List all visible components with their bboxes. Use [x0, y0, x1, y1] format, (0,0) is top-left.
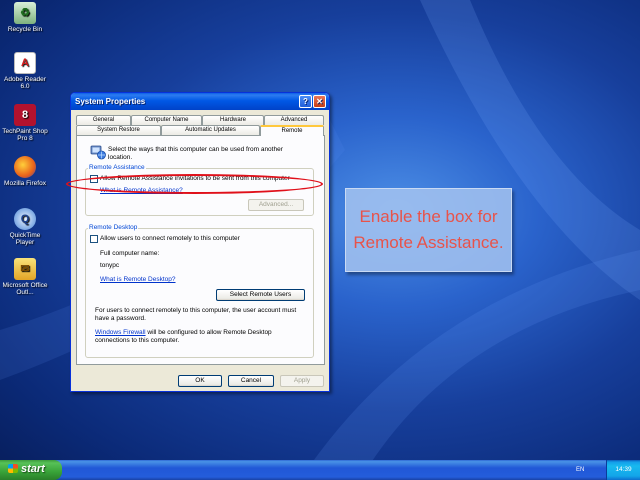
desktop-icon-adobe-reader[interactable]: A Adobe Reader 6.0	[0, 52, 50, 90]
desktop-icon-firefox[interactable]: Mozilla Firefox	[0, 156, 50, 187]
system-tray-clock[interactable]: 14:39	[606, 460, 640, 480]
select-remote-users-button[interactable]: Select Remote Users	[216, 289, 305, 301]
outlook-icon: ✉	[14, 258, 36, 280]
full-computer-name-value: tonypc	[100, 262, 120, 269]
start-label: start	[21, 463, 45, 475]
remote-desktop-checkbox[interactable]	[90, 235, 98, 243]
firewall-note-text: will be configured to allow Remote Deskt…	[145, 329, 272, 336]
remote-assistance-group-label: Remote Assistance	[88, 164, 146, 172]
firewall-note-line2: connections to this computer.	[95, 337, 180, 344]
password-note-line1: For users to connect remotely to this co…	[95, 307, 297, 314]
system-properties-dialog: System Properties ? ✕ General Computer N…	[70, 92, 330, 392]
tab-computer-name[interactable]: Computer Name	[131, 115, 202, 125]
desktop-icon-recycle-bin[interactable]: ♻ Recycle Bin	[0, 2, 50, 33]
start-button[interactable]: start	[0, 460, 62, 480]
firefox-icon	[14, 156, 36, 178]
taskbar: start EN 14:39	[0, 460, 640, 480]
desktop-icon-outlook[interactable]: ✉ Microsoft Office Outl...	[0, 258, 50, 296]
apply-button[interactable]: Apply	[280, 375, 324, 387]
windows-firewall-link[interactable]: Windows Firewall	[95, 329, 146, 336]
recycle-bin-icon: ♻	[14, 2, 36, 24]
language-indicator[interactable]: EN	[576, 460, 584, 480]
remote-assistance-checkbox[interactable]	[90, 175, 98, 183]
desktop-icon-label: Adobe Reader 6.0	[4, 76, 46, 90]
quicktime-icon: Q	[14, 208, 36, 230]
remote-assistance-checkbox-label[interactable]: Allow Remote Assistance invitations to b…	[100, 175, 290, 183]
remote-tab-panel: Select the ways that this computer can b…	[76, 135, 325, 365]
close-button[interactable]: ✕	[313, 95, 326, 108]
adobe-reader-icon: A	[14, 52, 36, 74]
desktop-icon-label: Recycle Bin	[7, 26, 43, 33]
tab-automatic-updates[interactable]: Automatic Updates	[161, 125, 260, 135]
what-is-remote-desktop-link[interactable]: What is Remote Desktop?	[100, 276, 176, 284]
what-is-remote-assistance-link[interactable]: What is Remote Assistance?	[100, 187, 183, 195]
dialog-title: System Properties	[75, 97, 146, 106]
remote-desktop-checkbox-label[interactable]: Allow users to connect remotely to this …	[100, 235, 240, 243]
instruction-callout: Enable the box for Remote Assistance.	[345, 188, 512, 272]
tab-hardware[interactable]: Hardware	[202, 115, 264, 125]
desktop-icon-label: Microsoft Office Outl...	[2, 282, 48, 296]
desktop-icon-quicktime[interactable]: Q QuickTime Player	[0, 208, 50, 246]
intro-text-line2: location.	[108, 154, 133, 161]
tab-advanced[interactable]: Advanced	[264, 115, 324, 125]
full-computer-name-label: Full computer name:	[100, 250, 160, 257]
tab-system-restore[interactable]: System Restore	[76, 125, 161, 135]
tab-remote[interactable]: Remote	[260, 125, 324, 136]
help-button[interactable]: ?	[299, 95, 312, 108]
cancel-button[interactable]: Cancel	[228, 375, 274, 387]
firewall-note-line1: Windows Firewall will be configured to a…	[95, 329, 272, 337]
remote-desktop-group-label: Remote Desktop	[88, 224, 139, 232]
desktop-icon-paint-shop[interactable]: 8 TechPaint Shop Pro 8	[0, 104, 50, 142]
paint-shop-icon: 8	[14, 104, 36, 126]
advanced-button[interactable]: Advanced...	[248, 199, 304, 211]
password-note-line2: have a password.	[95, 315, 146, 322]
remote-computer-icon	[90, 145, 106, 160]
ok-button[interactable]: OK	[178, 375, 222, 387]
desktop-icon-label: QuickTime Player	[9, 232, 41, 246]
windows-logo-icon	[8, 464, 18, 473]
tab-general[interactable]: General	[76, 115, 131, 125]
desktop-icon-label: TechPaint Shop Pro 8	[2, 128, 48, 142]
dialog-titlebar[interactable]: System Properties ? ✕	[71, 93, 329, 110]
intro-text-line1: Select the ways that this computer can b…	[108, 146, 283, 153]
desktop-icon-label: Mozilla Firefox	[4, 180, 46, 187]
